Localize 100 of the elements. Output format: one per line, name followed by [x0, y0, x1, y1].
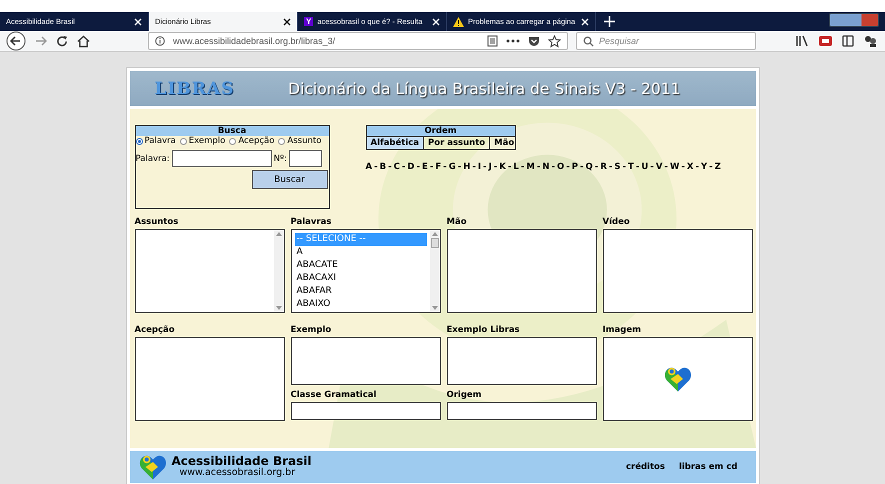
footer-link[interactable]: libras em cd — [678, 462, 738, 472]
letter-link[interactable]: N — [542, 162, 550, 172]
letter-link[interactable]: Y — [700, 162, 708, 172]
panel-title: Ordem — [366, 126, 514, 137]
separator: - — [443, 162, 447, 172]
section-label: Mão — [446, 217, 468, 229]
section-label: Assuntos — [134, 217, 180, 229]
separator: - — [536, 162, 540, 172]
field-label: Palavra: — [136, 154, 170, 164]
search-field[interactable]: Pesquisar — [576, 32, 756, 50]
close-icon[interactable] — [283, 18, 291, 26]
section-label: Imagem — [602, 325, 642, 337]
word-input[interactable] — [172, 150, 272, 167]
letter-link[interactable]: S — [614, 162, 621, 172]
star-icon[interactable] — [548, 34, 561, 48]
footer-link[interactable]: créditos — [626, 462, 665, 472]
radio-option[interactable]: Acepção — [229, 136, 274, 147]
letter-link[interactable]: P — [572, 162, 578, 172]
letter-link[interactable]: X — [686, 162, 694, 172]
home-icon[interactable] — [77, 34, 90, 48]
letter-link[interactable]: A — [366, 162, 372, 172]
libras-logo: LIBRAS — [154, 78, 234, 98]
letter-link[interactable]: L — [513, 162, 519, 172]
section-label: Origem — [446, 390, 483, 402]
separator: - — [695, 162, 699, 172]
reader-icon[interactable] — [487, 35, 498, 47]
separator: - — [416, 162, 420, 172]
separator: - — [551, 162, 556, 172]
letter-link[interactable]: W — [670, 162, 680, 172]
footer-name: Acessibilidade Brasil — [172, 456, 312, 467]
info-icon — [155, 36, 165, 46]
separator: - — [608, 162, 612, 172]
pocket-icon[interactable] — [528, 35, 540, 47]
radio-option[interactable]: Assunto — [278, 136, 322, 147]
back-icon[interactable] — [6, 31, 26, 51]
letter-link[interactable]: K — [499, 162, 506, 172]
subjects-list[interactable] — [134, 229, 284, 313]
separator: - — [709, 162, 713, 172]
list-item[interactable]: A — [294, 246, 426, 259]
list-item[interactable]: ABAFAR — [294, 285, 426, 298]
number-input[interactable] — [288, 150, 322, 167]
sidebar-icon[interactable] — [842, 35, 854, 47]
letter-link[interactable]: F — [435, 162, 442, 172]
new-tab-icon[interactable] — [604, 16, 615, 27]
separator: - — [374, 162, 378, 172]
separator: - — [458, 162, 462, 172]
letter-link[interactable]: T — [628, 162, 634, 172]
separator: - — [566, 162, 570, 172]
separator: - — [622, 162, 626, 172]
separator: - — [472, 162, 476, 172]
reload-icon[interactable] — [56, 34, 69, 48]
separator: - — [483, 162, 487, 172]
letter-link[interactable]: I — [478, 162, 482, 172]
more-icon[interactable] — [506, 39, 520, 43]
letter-link[interactable]: Q — [586, 162, 593, 172]
order-tab[interactable]: Alfabética — [366, 137, 424, 149]
order-tab[interactable]: Mão — [490, 137, 518, 149]
field-label: Nº: — [274, 154, 287, 164]
people-icon[interactable] — [864, 35, 877, 47]
section-label: Exemplo — [290, 325, 332, 337]
site-icon: Y — [304, 17, 314, 26]
separator: - — [650, 162, 654, 172]
warning-icon — [453, 16, 464, 26]
extension-icon[interactable] — [819, 36, 832, 46]
separator: - — [388, 162, 392, 172]
separator: - — [508, 162, 512, 172]
letter-link[interactable]: G — [448, 162, 456, 172]
section-label: Acepção — [134, 325, 176, 337]
letter-link[interactable]: R — [600, 162, 607, 172]
list-item[interactable]: ABACAXI — [294, 272, 426, 285]
letter-link[interactable]: O — [557, 162, 564, 172]
separator: - — [594, 162, 598, 172]
letter-link[interactable]: B — [380, 162, 386, 172]
letter-link[interactable]: Z — [714, 162, 721, 172]
scroll-thumb[interactable] — [430, 238, 438, 248]
window-controls[interactable] — [829, 13, 879, 27]
section-label: Palavras — [290, 217, 332, 229]
letter-link[interactable]: J — [488, 162, 492, 172]
letter-link[interactable]: V — [656, 162, 662, 172]
letter-link[interactable]: C — [394, 162, 400, 172]
list-item[interactable]: ABAIXO — [294, 298, 426, 311]
section-label: Vídeo — [602, 217, 631, 229]
search-button[interactable]: Buscar — [252, 170, 328, 189]
panel-title: Busca — [136, 126, 328, 136]
letter-link[interactable]: U — [641, 162, 648, 172]
letter-link[interactable]: M — [526, 162, 535, 172]
radio-option[interactable]: Palavra — [136, 136, 176, 147]
letter-link[interactable]: D — [407, 162, 414, 172]
separator: - — [430, 162, 434, 172]
words-list[interactable]: -- SELECIONE -- A ABACATE ABACAXI ABAFAR ABAIXO — [290, 229, 440, 313]
letter-link[interactable]: H — [463, 162, 470, 172]
list-item[interactable]: ABACATE — [294, 259, 426, 272]
forward-icon[interactable] — [34, 34, 48, 48]
order-tab[interactable]: Por assunto — [424, 137, 490, 149]
radio-option[interactable]: Exemplo — [180, 136, 226, 147]
library-icon[interactable] — [796, 35, 809, 47]
separator: - — [494, 162, 498, 172]
letter-link[interactable]: E — [422, 162, 428, 172]
scrollbar[interactable] — [430, 230, 440, 312]
address-bar[interactable]: www.acessibilidadebrasil.org.br/libras_3/ — [148, 32, 568, 50]
